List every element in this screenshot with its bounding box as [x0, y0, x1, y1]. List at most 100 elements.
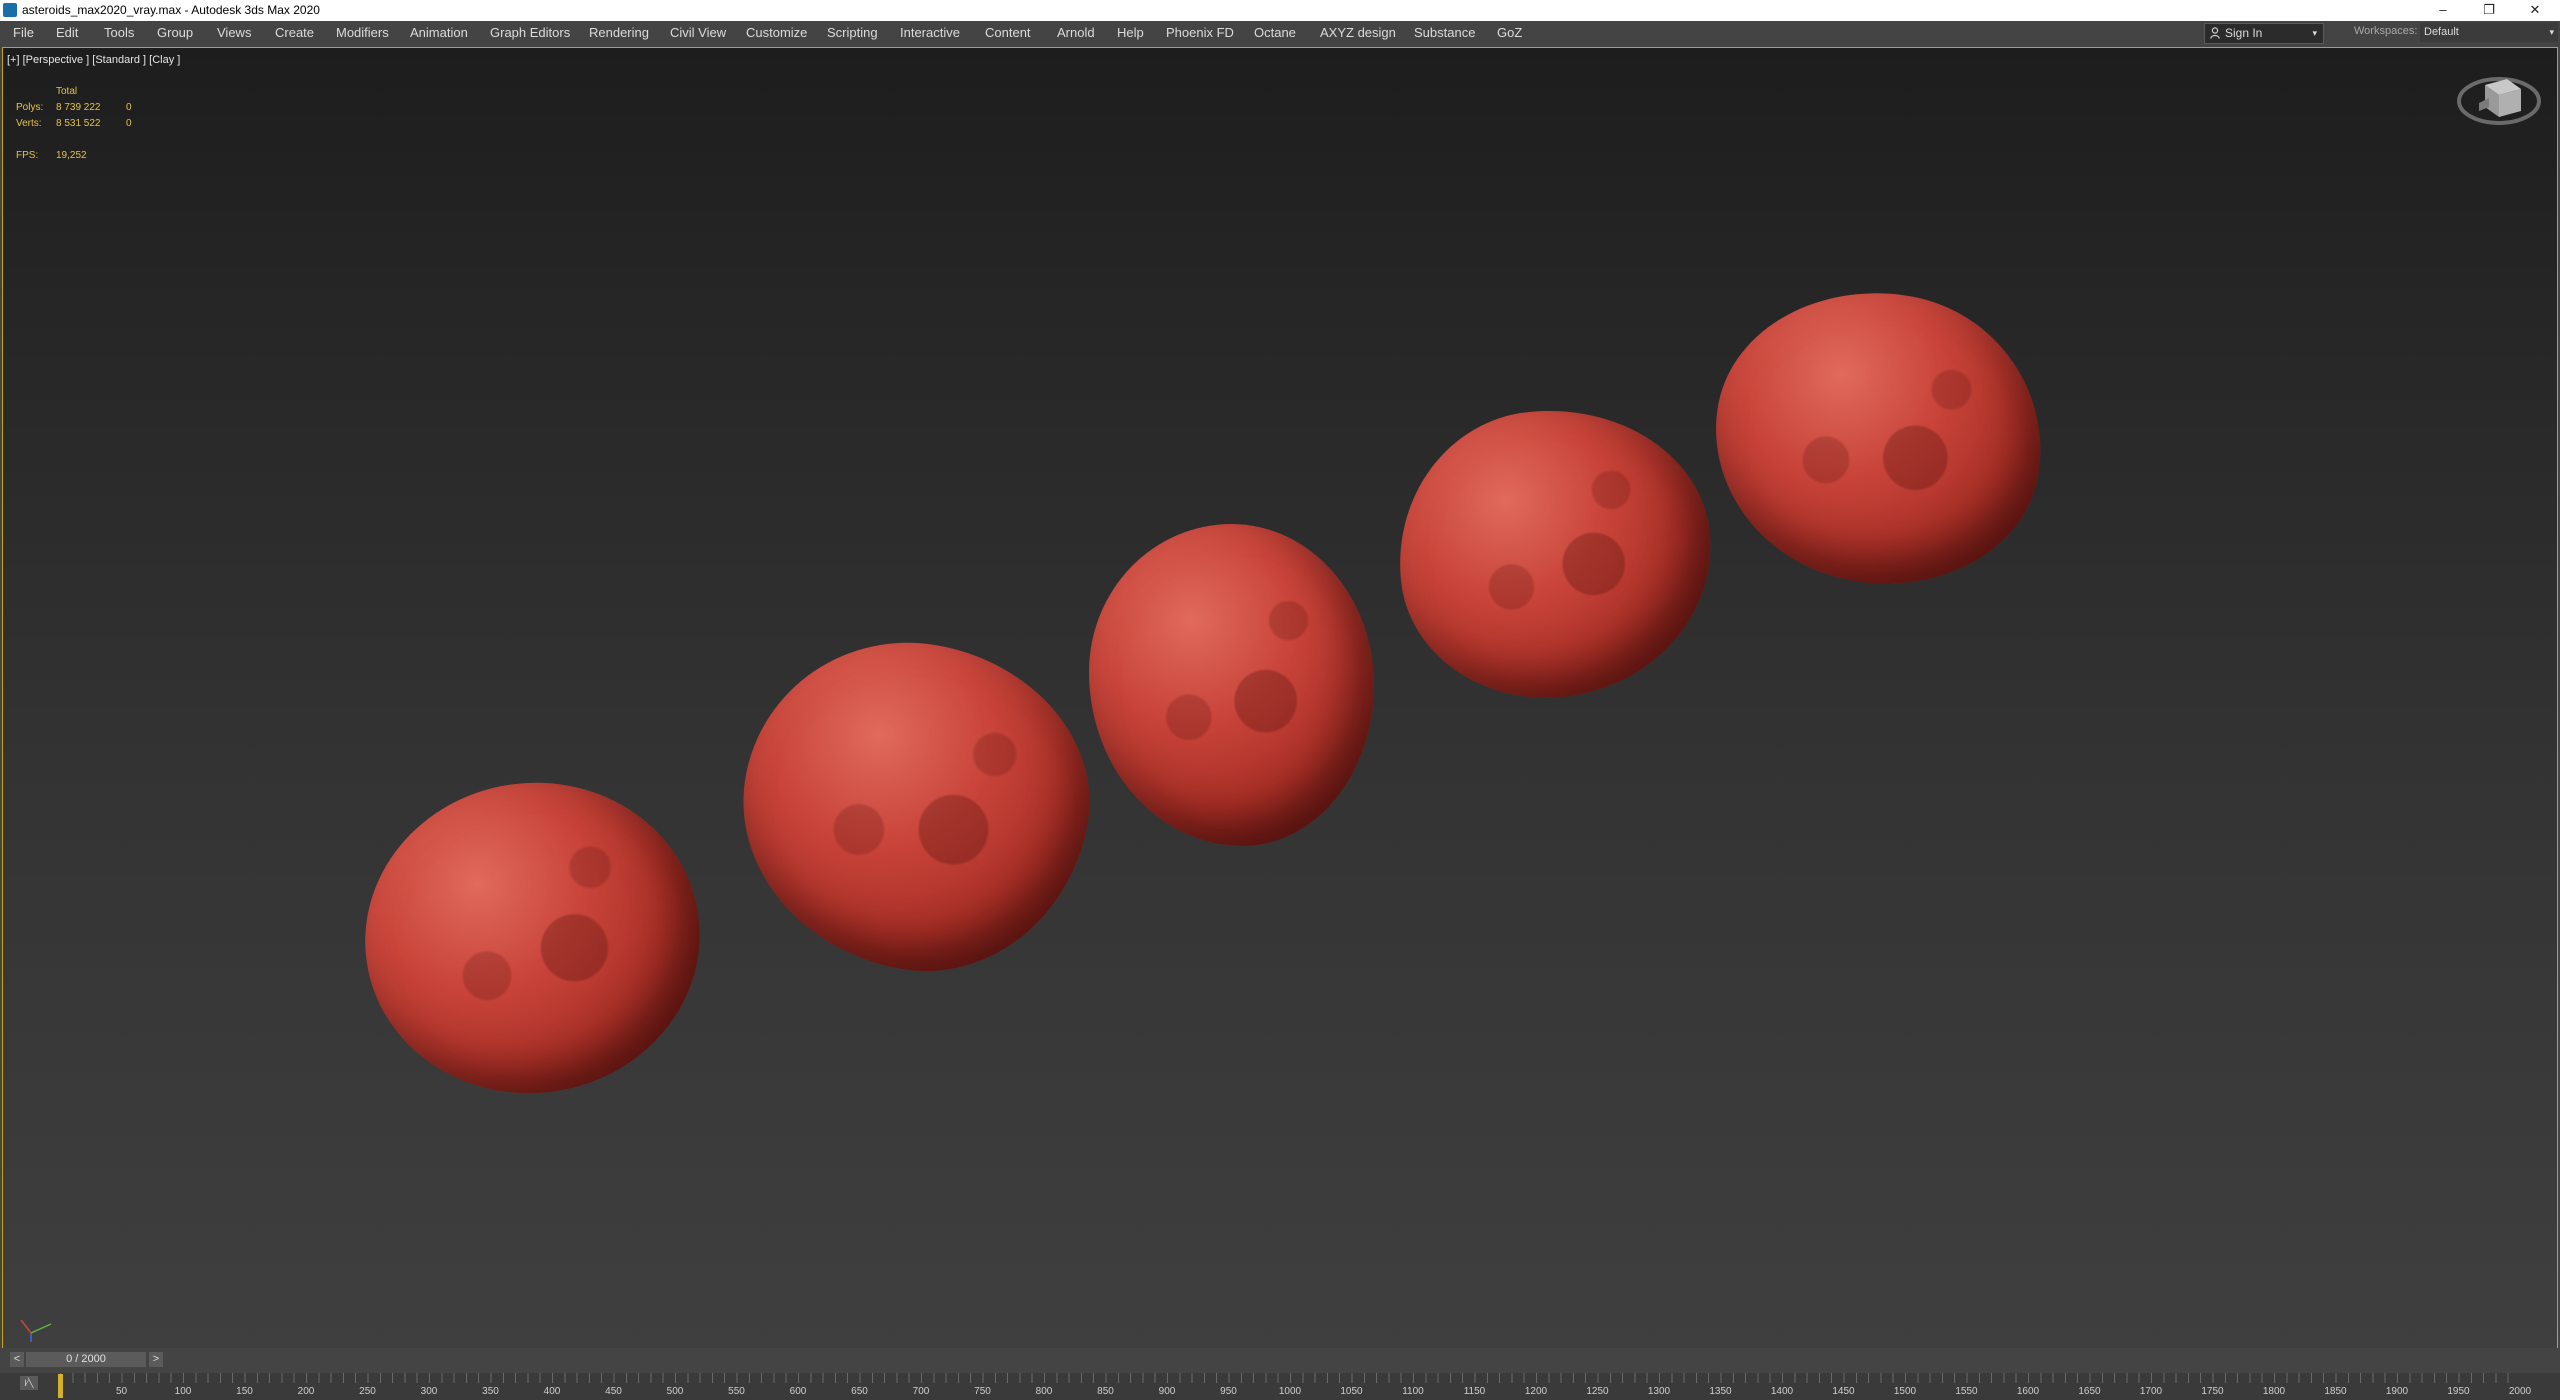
- menu-octane[interactable]: Octane: [1254, 25, 1296, 40]
- stats-polys-total: 8 739 222: [56, 102, 101, 113]
- menu-edit[interactable]: Edit: [56, 25, 78, 40]
- track-bar-tick-label: 1800: [2262, 1386, 2286, 1397]
- track-bar-tick-label: 2000: [2508, 1386, 2532, 1397]
- track-bar-tick-label: 1500: [1893, 1386, 1917, 1397]
- menu-interactive[interactable]: Interactive: [900, 25, 960, 40]
- track-bar-tick-label: 500: [666, 1386, 684, 1397]
- axis-tripod-icon: [20, 1319, 52, 1342]
- track-bar[interactable]: l∕╲ 50 100 150 200 250 300 350 400 450 500 550 600 6…: [0, 1373, 2560, 1400]
- sign-in-dropdown[interactable]: Sign In ▾: [2204, 23, 2324, 44]
- menu-views[interactable]: Views: [217, 25, 251, 40]
- track-bar-tick-label: 1750: [2201, 1386, 2224, 1397]
- menu-content[interactable]: Content: [985, 25, 1031, 40]
- track-bar-tick-label: 450: [605, 1386, 622, 1397]
- menu-civil-view[interactable]: Civil View: [670, 25, 726, 40]
- menu-phoenix-fd[interactable]: Phoenix FD: [1166, 25, 1234, 40]
- track-bar-tick-label: 1350: [1709, 1386, 1732, 1397]
- track-bar-tick-label: 900: [1158, 1386, 1176, 1397]
- sign-in-label: Sign In: [2225, 26, 2263, 40]
- playhead[interactable]: [58, 1374, 63, 1398]
- track-bar-tick-label: 1550: [1955, 1386, 1978, 1397]
- menu-tools[interactable]: Tools: [104, 25, 134, 40]
- menu-create[interactable]: Create: [275, 25, 314, 40]
- title-bar: asteroids_max2020_vray.max - Autodesk 3d…: [0, 0, 2560, 21]
- track-bar-tick-label: 1200: [1524, 1386, 1548, 1397]
- menu-axyz-design[interactable]: AXYZ design: [1320, 25, 1396, 40]
- perspective-viewport[interactable]: [+] [Perspective ] [Standard ] [Clay ] T…: [2, 47, 2558, 1349]
- asteroid-1[interactable]: [345, 761, 720, 1115]
- track-bar-ticks: [60, 1373, 2520, 1383]
- menu-modifiers[interactable]: Modifiers: [336, 25, 389, 40]
- stats-fps-label: FPS:: [16, 150, 39, 161]
- track-bar-tick-label: 1050: [1340, 1386, 1363, 1397]
- stats-polys-selected: 0: [126, 102, 132, 113]
- track-bar-tick-label: 350: [482, 1386, 499, 1397]
- track-bar-tick-label: 550: [728, 1386, 745, 1397]
- stats-fps-value: 19,252: [56, 150, 87, 161]
- minimize-button[interactable]: –: [2420, 0, 2466, 21]
- track-bar-tick-label: 1950: [2447, 1386, 2470, 1397]
- restore-button[interactable]: ❐: [2466, 0, 2512, 21]
- chevron-down-icon: ▾: [2312, 28, 2317, 38]
- time-slider-handle[interactable]: 0 / 2000: [26, 1352, 146, 1367]
- track-bar-tick-label: 700: [912, 1386, 930, 1397]
- stats-verts-total: 8 531 522: [56, 118, 101, 129]
- window-title: asteroids_max2020_vray.max - Autodesk 3d…: [22, 3, 320, 17]
- menu-group[interactable]: Group: [157, 25, 193, 40]
- user-icon: [2210, 27, 2220, 39]
- track-bar-tick-label: 650: [851, 1386, 868, 1397]
- menu-animation[interactable]: Animation: [410, 25, 468, 40]
- stats-verts-label: Verts:: [16, 118, 42, 129]
- track-bar-tick-label: 1600: [2016, 1386, 2040, 1397]
- track-bar-tick-label: 50: [115, 1386, 128, 1397]
- asteroid-5[interactable]: [1696, 271, 2061, 605]
- track-bar-tick-label: 750: [974, 1386, 991, 1397]
- viewport-label-menu[interactable]: [+] [Perspective ] [Standard ] [Clay ]: [7, 54, 180, 66]
- prev-frame-button[interactable]: <: [10, 1352, 24, 1367]
- close-button[interactable]: ✕: [2512, 0, 2558, 21]
- workspaces-select[interactable]: Default ▾: [2420, 23, 2558, 42]
- viewcube-icon[interactable]: [2455, 63, 2543, 133]
- asteroid-3[interactable]: [1089, 524, 1374, 846]
- track-bar-tick-label: 1000: [1278, 1386, 1302, 1397]
- stats-polys-label: Polys:: [16, 102, 44, 113]
- asteroid-2[interactable]: [717, 616, 1114, 997]
- track-bar-tick-label: 1300: [1647, 1386, 1671, 1397]
- track-bar-tick-label: 1400: [1770, 1386, 1794, 1397]
- track-bar-tick-label: 1650: [2078, 1386, 2101, 1397]
- menu-substance[interactable]: Substance: [1414, 25, 1475, 40]
- menu-goz[interactable]: GoZ: [1497, 25, 1522, 40]
- stats-verts-selected: 0: [126, 118, 132, 129]
- mini-curve-editor-toggle[interactable]: l∕╲: [20, 1376, 38, 1390]
- menu-help[interactable]: Help: [1117, 25, 1144, 40]
- menu-graph-editors[interactable]: Graph Editors: [490, 25, 570, 40]
- menu-customize[interactable]: Customize: [746, 25, 807, 40]
- track-bar-tick-label: 800: [1035, 1386, 1053, 1397]
- menu-file[interactable]: File: [13, 25, 34, 40]
- track-bar-tick-label: 850: [1097, 1386, 1114, 1397]
- chevron-down-icon: ▾: [2549, 27, 2554, 37]
- menu-rendering[interactable]: Rendering: [589, 25, 649, 40]
- workspace-value: Default: [2424, 26, 2459, 38]
- app-logo-icon: [3, 3, 17, 17]
- track-bar-tick-label: 250: [359, 1386, 376, 1397]
- track-bar-tick-label: 1900: [2385, 1386, 2409, 1397]
- track-bar-tick-label: 400: [543, 1386, 561, 1397]
- menu-bar: File Edit Tools Group Views Create Modif…: [0, 21, 2560, 45]
- menu-arnold[interactable]: Arnold: [1057, 25, 1095, 40]
- track-bar-tick-label: 950: [1220, 1386, 1237, 1397]
- next-frame-button[interactable]: >: [149, 1352, 163, 1367]
- time-slider-bar: [0, 1348, 2560, 1372]
- track-bar-tick-label: 300: [420, 1386, 438, 1397]
- stats-header: Total: [56, 86, 78, 97]
- track-bar-tick-label: 1150: [1463, 1386, 1486, 1397]
- track-bar-tick-label: 1450: [1832, 1386, 1855, 1397]
- track-bar-tick-label: 1250: [1586, 1386, 1609, 1397]
- track-bar-tick-label: 1850: [2324, 1386, 2347, 1397]
- track-bar-tick-label: 1700: [2139, 1386, 2163, 1397]
- track-bar-tick-label: 200: [297, 1386, 315, 1397]
- track-bar-tick-label: 150: [236, 1386, 253, 1397]
- workspaces-label: Workspaces:: [2354, 25, 2418, 37]
- menu-scripting[interactable]: Scripting: [827, 25, 878, 40]
- asteroid-4[interactable]: [1384, 394, 1726, 713]
